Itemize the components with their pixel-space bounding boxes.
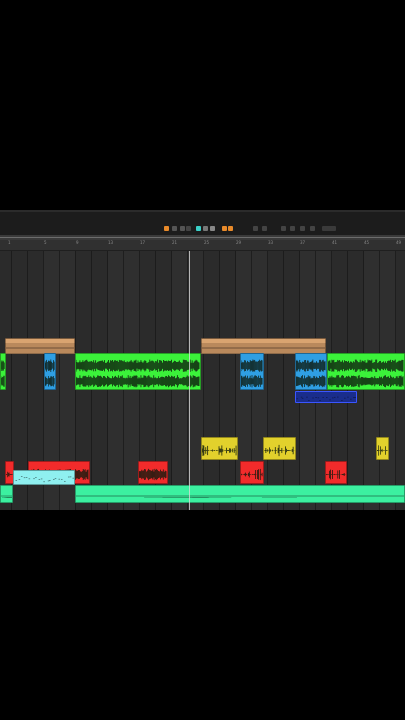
midi-map-button[interactable]: [310, 226, 315, 231]
clip-blue[interactable]: [240, 353, 264, 390]
waveform: [76, 359, 200, 388]
track-lanes[interactable]: [0, 251, 405, 510]
record-button[interactable]: [164, 226, 169, 231]
clip-blue[interactable]: [295, 353, 327, 390]
clip-mint[interactable]: [0, 485, 13, 503]
clip-red[interactable]: [325, 461, 347, 484]
beat-time-ruler[interactable]: 1 5 9 13 17 21 25 29 33 37 41 45 49: [0, 240, 405, 251]
loop-button[interactable]: [203, 226, 208, 231]
waveform: [1, 360, 5, 387]
waveform: [241, 359, 263, 388]
clip-green[interactable]: [75, 353, 201, 390]
clip-red[interactable]: [138, 461, 168, 484]
ruler-bar-number: 25: [204, 240, 210, 245]
waveform: [76, 495, 404, 498]
waveform: [241, 468, 263, 481]
clip-orange[interactable]: [201, 338, 326, 354]
clip-yellow[interactable]: [201, 437, 238, 460]
key-map-button[interactable]: [300, 226, 305, 231]
waveform: [6, 347, 74, 349]
waveform: [296, 359, 326, 388]
pencil-icon[interactable]: [290, 226, 295, 231]
draw-mode-button[interactable]: [253, 226, 258, 231]
ruler-bar-number: 29: [236, 240, 242, 245]
waveform: [15, 476, 74, 483]
arrangement-window: 1 5 9 13 17 21 25 29 33 37 41 45 49: [0, 210, 405, 510]
waveform: [328, 359, 404, 388]
ruler-bar-number: 37: [300, 240, 306, 245]
clip-navy[interactable]: [295, 391, 357, 403]
ruler-bar-number: 49: [396, 240, 402, 245]
ruler-bar-number: 9: [76, 240, 79, 245]
clip-blue[interactable]: [44, 353, 56, 390]
clip-yellow[interactable]: [263, 437, 296, 460]
stop-button[interactable]: [180, 226, 185, 231]
back-button[interactable]: [186, 226, 191, 231]
waveform: [1, 495, 12, 498]
waveform: [6, 471, 13, 478]
ruler-bar-number: 41: [332, 240, 338, 245]
ruler-bar-number: 33: [268, 240, 274, 245]
waveform: [139, 468, 167, 481]
clip-green[interactable]: [327, 353, 405, 390]
clip-mint[interactable]: [75, 485, 405, 503]
ruler-bar-number: 5: [44, 240, 47, 245]
ruler-bar-number: 21: [172, 240, 178, 245]
waveform: [202, 347, 325, 349]
overdub-button[interactable]: [210, 226, 215, 231]
metronome-icon[interactable]: [281, 226, 286, 231]
playhead[interactable]: [189, 251, 190, 510]
waveform: [45, 359, 55, 387]
clip-orange[interactable]: [5, 338, 75, 354]
waveform: [377, 445, 388, 456]
play-button[interactable]: [196, 226, 201, 231]
automation-arm-button[interactable]: [222, 226, 227, 231]
session-record-button[interactable]: [228, 226, 233, 231]
waveform: [296, 396, 356, 401]
waveform: [326, 469, 346, 480]
clip-green[interactable]: [0, 353, 6, 390]
ruler-bar-number: 45: [364, 240, 370, 245]
clip-yellow[interactable]: [376, 437, 389, 460]
ruler-bar-number: 13: [108, 240, 114, 245]
follow-button[interactable]: [262, 226, 267, 231]
ruler-bar-number: 17: [140, 240, 146, 245]
overview-line: [0, 237, 405, 238]
ruler-bar-number: 1: [8, 240, 11, 245]
waveform: [202, 445, 237, 456]
clip-red[interactable]: [240, 461, 264, 484]
rewind-button[interactable]: [172, 226, 177, 231]
clip-cyan[interactable]: [13, 470, 75, 485]
waveform: [264, 444, 295, 457]
cpu-meter: [322, 226, 336, 231]
